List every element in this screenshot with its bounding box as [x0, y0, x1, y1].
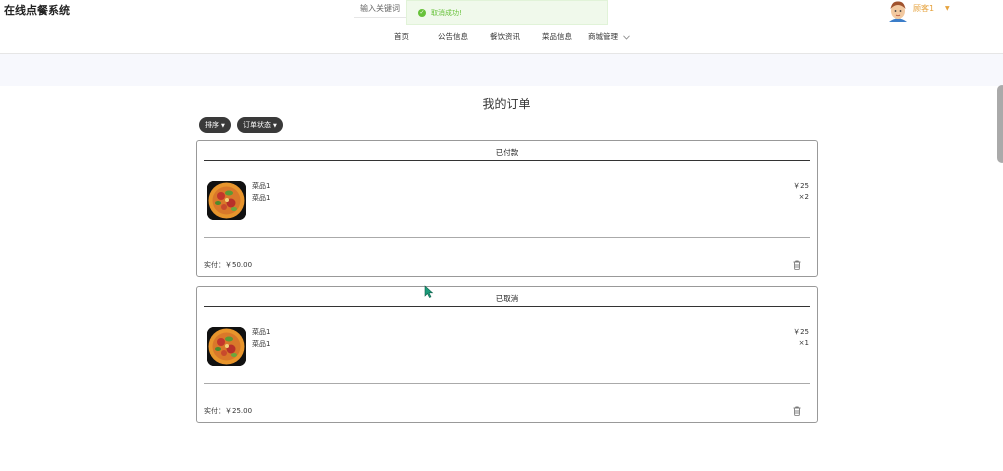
dish-image[interactable] [207, 327, 246, 366]
divider [204, 160, 810, 161]
success-toast: ✓ 取消成功! [406, 0, 608, 25]
nav-home[interactable]: 首页 [394, 31, 409, 42]
search-input[interactable]: 输入关键词 [354, 0, 406, 18]
order-status: 已付款 [495, 148, 519, 157]
trash-icon[interactable] [793, 406, 801, 416]
item-quantity: ×1 [798, 339, 809, 347]
chevron-down-icon [623, 35, 631, 40]
sort-label: 排序 [205, 121, 219, 129]
item-name: 菜品1 [252, 328, 271, 336]
total-label: 实付： [204, 407, 225, 415]
page-title: 我的订单 [482, 97, 531, 111]
order-card: 已付款 菜品1 菜品1 ￥25 ×2 实付：￥50.00 [196, 140, 818, 277]
item-price: ￥25 [793, 182, 809, 190]
avatar [887, 0, 909, 22]
item-subname: 菜品1 [252, 194, 271, 202]
user-name: 顾客1 [913, 4, 935, 13]
total-value: ￥25.00 [225, 407, 253, 415]
order-card: 已取消 菜品1 菜品1 ￥25 ×1 实付：￥25.00 [196, 286, 818, 423]
nav-mall-label: 商城管理 [588, 32, 618, 41]
total-label: 实付： [204, 261, 225, 269]
nav-mall-management[interactable]: 商城管理 [588, 31, 631, 42]
nav-food-news[interactable]: 餐饮资讯 [490, 31, 520, 42]
site-title: 在线点餐系统 [4, 4, 70, 17]
item-price: ￥25 [793, 328, 809, 336]
sort-dropdown-button[interactable]: 排序 ▼ [199, 117, 231, 133]
divider [204, 306, 810, 307]
order-status-dropdown-button[interactable]: 订单状态 ▼ [237, 117, 283, 133]
order-status-label: 订单状态 [243, 121, 271, 129]
caret-down-icon: ▼ [221, 123, 225, 129]
trash-icon[interactable] [793, 260, 801, 270]
order-total: 实付：￥25.00 [204, 406, 252, 416]
mouse-cursor-icon [424, 285, 434, 298]
order-total: 实付：￥50.00 [204, 260, 252, 270]
check-circle-icon: ✓ [418, 9, 426, 17]
total-value: ￥50.00 [225, 261, 253, 269]
banner-band [0, 54, 1003, 86]
caret-down-icon: ▼ [273, 123, 277, 129]
caret-down-icon: ▼ [945, 5, 950, 12]
item-quantity: ×2 [798, 193, 809, 201]
nav-announcements[interactable]: 公告信息 [438, 31, 468, 42]
toast-message: 取消成功! [431, 9, 462, 17]
order-status: 已取消 [495, 294, 519, 303]
divider [204, 237, 810, 238]
item-name: 菜品1 [252, 182, 271, 190]
item-subname: 菜品1 [252, 340, 271, 348]
divider [204, 383, 810, 384]
dish-image[interactable] [207, 181, 246, 220]
main-nav: 首页 公告信息 餐饮资讯 菜品信息 商城管理 [0, 31, 1003, 45]
nav-dishes[interactable]: 菜品信息 [542, 31, 572, 42]
top-header: 在线点餐系统 输入关键词 ✓ 取消成功! 首页 公告信息 餐饮资讯 菜品信息 商城… [0, 0, 1003, 54]
